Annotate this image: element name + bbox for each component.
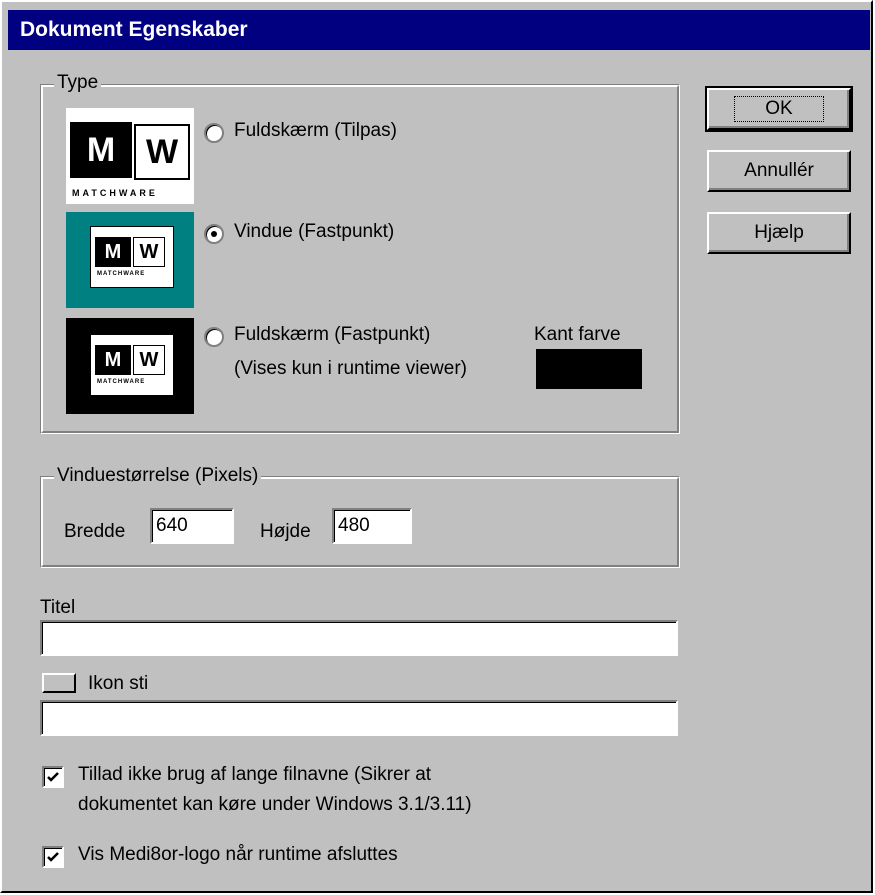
border-color-label: Kant farve <box>534 324 621 345</box>
dialog-window: Dokument Egenskaber Type M W MATCHWARE F… <box>0 0 873 893</box>
radio-fullscreen-fit[interactable] <box>204 123 224 143</box>
border-color-swatch[interactable] <box>536 349 642 389</box>
logo-m: M <box>70 122 132 178</box>
long-filenames-checkbox[interactable] <box>42 766 64 788</box>
dialog-title-bar[interactable]: Dokument Egenskaber <box>8 10 870 50</box>
width-input[interactable] <box>150 508 234 544</box>
title-input[interactable] <box>40 620 678 656</box>
type-group-label: Type <box>54 72 102 94</box>
height-input[interactable] <box>332 508 412 544</box>
checkmark-icon <box>47 852 59 862</box>
logo-m: M <box>95 345 131 375</box>
logo-m: M <box>95 237 131 267</box>
cancel-button[interactable]: Annullér <box>707 150 851 192</box>
logo-wordmark: MATCHWARE <box>97 271 146 277</box>
long-filenames-label-line2[interactable]: dokumentet kan køre under Windows 3.1/3.… <box>78 794 472 816</box>
cancel-button-label: Annullér <box>744 160 814 181</box>
logo-wordmark: MATCHWARE <box>72 188 158 198</box>
ok-button-label: OK <box>734 96 824 122</box>
height-label: Højde <box>260 521 311 542</box>
icon-path-label: Ikon sti <box>88 673 149 694</box>
label-fullscreen-fixed[interactable]: Fuldskærm (Fastpunkt) <box>234 324 430 346</box>
dialog-title: Dokument Egenskaber <box>20 18 248 41</box>
fullscreen-fit-preview: M W MATCHWARE <box>66 108 194 204</box>
fullscreen-fixed-preview: M W MATCHWARE <box>66 318 194 414</box>
window-fixed-preview: M W MATCHWARE <box>66 212 194 308</box>
label-window-fixed[interactable]: Vindue (Fastpunkt) <box>234 221 394 243</box>
label-fullscreen-fit[interactable]: Fuldskærm (Tilpas) <box>234 120 397 142</box>
logo-w: W <box>133 237 165 267</box>
medi8or-logo-checkbox[interactable] <box>42 846 64 868</box>
width-label: Bredde <box>64 521 126 542</box>
help-button[interactable]: Hjælp <box>707 212 851 254</box>
ok-button[interactable]: OK <box>705 86 853 132</box>
logo-w: W <box>134 124 190 180</box>
title-label: Titel <box>40 597 76 618</box>
help-button-label: Hjælp <box>754 222 804 243</box>
label-runtime-only-note: (Vises kun i runtime viewer) <box>234 358 468 379</box>
icon-browse-button[interactable] <box>42 673 76 693</box>
checkmark-icon <box>47 772 59 782</box>
logo-w: W <box>133 345 165 375</box>
icon-path-input[interactable] <box>40 700 678 736</box>
medi8or-logo-label[interactable]: Vis Medi8or-logo når runtime afsluttes <box>78 844 398 866</box>
radio-fullscreen-fixed[interactable] <box>204 327 224 347</box>
radio-window-fixed[interactable] <box>204 224 224 244</box>
long-filenames-label-line1[interactable]: Tillad ikke brug af lange filnavne (Sikr… <box>78 764 431 786</box>
window-size-group-label: Vinduestørrelse (Pixels) <box>54 465 262 487</box>
logo-wordmark: MATCHWARE <box>97 379 146 385</box>
